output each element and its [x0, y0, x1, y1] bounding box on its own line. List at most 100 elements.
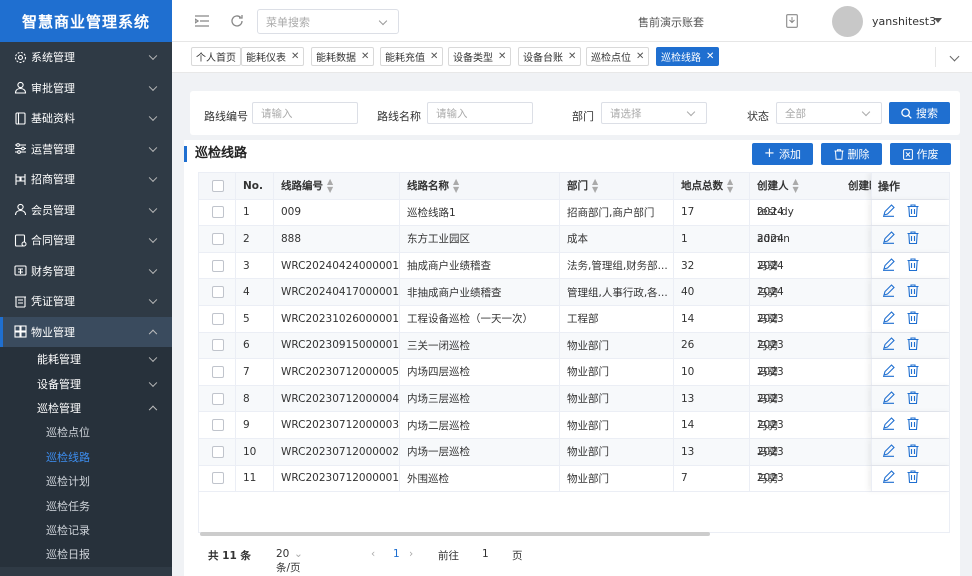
- edit-icon[interactable]: [882, 390, 895, 407]
- page-size-select[interactable]: 20条/页 ⌄: [276, 548, 303, 574]
- sidebar-item-2[interactable]: 基础资料: [0, 103, 172, 134]
- submenu-item-2[interactable]: 巡检管理: [0, 396, 172, 420]
- menu-toggle-icon[interactable]: [194, 13, 210, 29]
- leaf-item-5[interactable]: 巡检日报: [0, 542, 172, 566]
- download-doc-icon[interactable]: [784, 13, 800, 29]
- leaf-item-4[interactable]: 巡检记录: [0, 518, 172, 542]
- row-checkbox[interactable]: [205, 439, 235, 465]
- status-select[interactable]: 全部: [776, 102, 882, 124]
- trash-icon[interactable]: [907, 444, 919, 460]
- sidebar-item-9[interactable]: 物业管理: [0, 316, 172, 347]
- edit-icon[interactable]: [882, 364, 895, 380]
- next-page-icon[interactable]: ›: [409, 548, 413, 560]
- route-name-input[interactable]: 请输入: [427, 102, 533, 124]
- trash-icon[interactable]: [907, 311, 919, 327]
- refresh-icon[interactable]: [229, 13, 245, 29]
- sidebar-item-3[interactable]: 运营管理: [0, 134, 172, 165]
- add-button[interactable]: + 添加: [752, 143, 813, 165]
- sort-icon[interactable]: ▲ ▼: [793, 177, 799, 194]
- sidebar-item-4[interactable]: 招商管理: [0, 164, 172, 195]
- submenu-item-0[interactable]: 能耗管理: [0, 347, 172, 371]
- trash-icon[interactable]: [907, 258, 919, 274]
- edit-icon[interactable]: [882, 311, 895, 327]
- edit-icon[interactable]: [882, 470, 895, 486]
- table-row[interactable]: 6 WRC20230915000001 三关一闭巡检 物业部门 26 马骋 2023: [199, 332, 949, 360]
- trash-icon[interactable]: [907, 364, 919, 380]
- tab-2[interactable]: 能耗数据 ✕: [311, 47, 375, 66]
- dept-select[interactable]: 请选择: [601, 102, 707, 124]
- search-button[interactable]: 搜索: [889, 102, 950, 124]
- caret-down-icon[interactable]: [934, 18, 942, 23]
- close-icon[interactable]: ✕: [361, 51, 369, 62]
- close-icon[interactable]: ✕: [498, 51, 506, 62]
- leaf-item-3[interactable]: 巡检任务: [0, 493, 172, 517]
- select-all-checkbox[interactable]: [205, 173, 235, 199]
- chevron-down-icon[interactable]: [949, 51, 960, 62]
- tab-0[interactable]: 个人首页: [191, 47, 241, 66]
- close-icon[interactable]: ✕: [430, 51, 438, 62]
- close-icon[interactable]: ✕: [636, 51, 644, 62]
- table-row[interactable]: 9 WRC20230712000003 内场二层巡检 物业部门 14 马骋 2023: [199, 412, 949, 439]
- row-checkbox[interactable]: [205, 466, 235, 492]
- table-row[interactable]: 8 WRC20230712000004 内场三层巡检 物业部门 13 马骋 2023: [199, 385, 949, 413]
- sort-icon[interactable]: ▲ ▼: [327, 177, 333, 194]
- row-checkbox[interactable]: [205, 253, 235, 279]
- row-checkbox[interactable]: [205, 279, 235, 305]
- trash-icon[interactable]: [907, 204, 919, 220]
- header-cell[interactable]: No.: [235, 173, 273, 199]
- edit-icon[interactable]: [882, 257, 895, 274]
- header-cell[interactable]: 线路名称 ▲ ▼: [399, 173, 559, 199]
- table-row[interactable]: 10 WRC20230712000002 内场一层巡检 物业部门 13 马骋 2023: [199, 439, 949, 466]
- leaf-item-1[interactable]: 巡检线路: [0, 445, 172, 469]
- edit-icon[interactable]: [882, 204, 895, 220]
- trash-icon[interactable]: [907, 284, 919, 300]
- header-cell[interactable]: 地点总数 ▲ ▼: [673, 173, 749, 199]
- row-checkbox[interactable]: [205, 226, 235, 252]
- tab-3[interactable]: 能耗充值 ✕: [380, 47, 444, 66]
- route-code-input[interactable]: 请输入: [252, 102, 358, 124]
- row-checkbox[interactable]: [205, 333, 235, 359]
- trash-icon[interactable]: [907, 391, 919, 407]
- sort-icon[interactable]: ▲ ▼: [727, 177, 733, 194]
- void-button[interactable]: 作废: [890, 143, 951, 165]
- trash-icon[interactable]: [907, 337, 919, 353]
- header-cell[interactable]: 部门 ▲ ▼: [559, 173, 673, 199]
- tab-1[interactable]: 能耗仪表 ✕: [241, 47, 305, 66]
- edit-icon[interactable]: [882, 284, 895, 300]
- edit-icon[interactable]: [882, 417, 895, 433]
- header-cell[interactable]: 线路编号 ▲ ▼: [273, 173, 399, 199]
- table-row[interactable]: 7 WRC20230712000005 内场四层巡检 物业部门 10 马骋 2023: [199, 359, 949, 386]
- close-icon[interactable]: ✕: [568, 51, 576, 62]
- table-row[interactable]: 4 WRC20240417000001 非抽成商户业绩稽查 管理组,人事行政,各...…: [199, 279, 949, 306]
- tab-6[interactable]: 巡检点位 ✕: [586, 47, 650, 66]
- prev-page-icon[interactable]: ‹: [371, 548, 375, 560]
- table-row[interactable]: 5 WRC20231026000001 工程设备巡检（一天一次） 工程部 14 马骋 202…: [199, 306, 949, 333]
- sort-icon[interactable]: ▲ ▼: [453, 177, 459, 194]
- close-icon[interactable]: ✕: [291, 51, 299, 62]
- sidebar-item-cut[interactable]: 事务管理: [0, 567, 172, 576]
- leaf-item-0[interactable]: 巡检点位: [0, 420, 172, 444]
- table-row[interactable]: 1 009 巡检线路1 招商部门,商户部门 17 test-dy 2024: [199, 199, 949, 227]
- submenu-item-1[interactable]: 设备管理: [0, 371, 172, 395]
- tab-7[interactable]: 巡检线路 ✕: [656, 47, 720, 66]
- sidebar-item-5[interactable]: 会员管理: [0, 195, 172, 226]
- row-checkbox[interactable]: [205, 359, 235, 385]
- table-row[interactable]: 2 888 东方工业园区 成本 1 admin 2024: [199, 226, 949, 253]
- trash-icon[interactable]: [907, 231, 919, 247]
- close-icon[interactable]: ✕: [706, 51, 714, 62]
- edit-icon[interactable]: [882, 337, 895, 353]
- sidebar-item-6[interactable]: 合同管理: [0, 225, 172, 256]
- menu-search-input[interactable]: 菜单搜索: [257, 9, 399, 34]
- sort-icon[interactable]: ▲ ▼: [592, 177, 598, 194]
- trash-icon[interactable]: [907, 417, 919, 433]
- delete-button[interactable]: 删除: [821, 143, 882, 165]
- tab-4[interactable]: 设备类型 ✕: [448, 47, 512, 66]
- tab-5[interactable]: 设备台账 ✕: [518, 47, 582, 66]
- edit-icon[interactable]: [882, 444, 895, 460]
- horizontal-scrollbar[interactable]: [200, 532, 710, 536]
- sidebar-item-7[interactable]: 财务管理: [0, 256, 172, 287]
- header-cell[interactable]: 创建人 ▲ ▼: [749, 173, 841, 199]
- leaf-item-2[interactable]: 巡检计划: [0, 469, 172, 493]
- row-checkbox[interactable]: [205, 386, 235, 412]
- table-row[interactable]: 11 WRC20230712000001 外围巡检 物业部门 7 马骋 2023: [199, 465, 949, 493]
